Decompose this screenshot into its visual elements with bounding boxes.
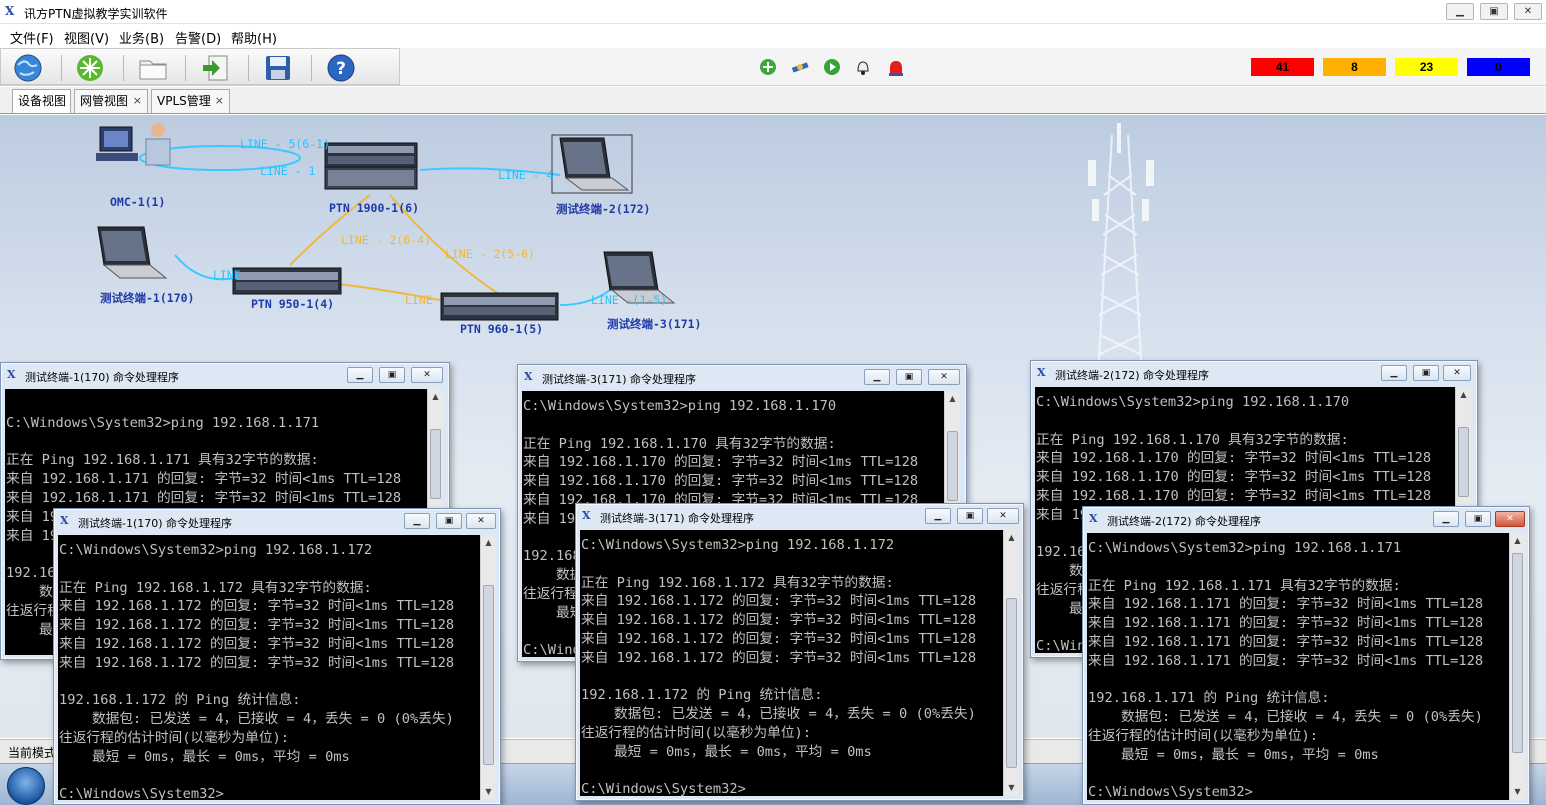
cmd-output: C:\Windows\System32>ping 192.168.1.172 正… — [581, 537, 977, 796]
cmd-maximize-button[interactable]: ▣ — [957, 508, 983, 524]
tab-bar: 设备视图 网管视图 × VPLS管理 × — [0, 87, 1546, 114]
menu-file[interactable]: 文件(F) — [10, 28, 54, 47]
cmd-maximize-button[interactable]: ▣ — [1465, 511, 1491, 527]
close-button[interactable]: ✕ — [1514, 3, 1542, 20]
save-icon[interactable] — [263, 53, 293, 83]
tab-nms-view[interactable]: 网管视图 × — [74, 89, 148, 113]
cmd-scrollbar[interactable]: ▲▼ — [1509, 533, 1525, 800]
menu-view[interactable]: 视图(V) — [64, 28, 109, 47]
tab-device-view[interactable]: 设备视图 — [12, 89, 71, 113]
alarm-critical-count[interactable]: 41 — [1251, 58, 1314, 76]
cmd-close-button[interactable]: ✕ — [928, 369, 960, 385]
cmd-window-title: 测试终端-1(170) 命令处理程序 — [78, 517, 233, 530]
play-icon[interactable] — [822, 57, 842, 77]
cmd-logo-icon: X — [524, 370, 533, 383]
link-label[interactable]: LINE — [405, 293, 433, 307]
folder-icon[interactable] — [138, 53, 168, 83]
cmd-window-term1-front[interactable]: X 测试终端-1(170) 命令处理程序 ▁ ▣ ✕ C:\Windows\Syste… — [53, 508, 501, 805]
cmd-logo-icon: X — [1089, 512, 1098, 525]
cmd-window-title: 测试终端-2(172) 命令处理程序 — [1055, 369, 1210, 382]
cmd-logo-icon: X — [1037, 366, 1046, 379]
node-ptn960-label[interactable]: PTN 960-1(5) — [460, 322, 543, 336]
cmd-maximize-button[interactable]: ▣ — [379, 367, 405, 383]
toolbar-left-group: ? — [0, 48, 400, 85]
satellite-icon[interactable] — [790, 57, 810, 77]
link-label[interactable]: LINE - 2(6-4) — [341, 233, 431, 247]
node-term2-label[interactable]: 测试终端-2(172) — [556, 201, 650, 217]
link-label[interactable]: LINE -(1-5) — [591, 293, 667, 307]
tab-vpls-label: VPLS管理 — [157, 94, 211, 108]
cmd-output: C:\Windows\System32>ping 192.168.1.171 正… — [1088, 540, 1484, 800]
cmd-minimize-button[interactable]: ▁ — [404, 513, 430, 529]
cmd-minimize-button[interactable]: ▁ — [347, 367, 373, 383]
minimize-button[interactable]: ▁ — [1446, 3, 1474, 20]
cmd-scrollbar[interactable]: ▲▼ — [1003, 530, 1019, 796]
start-button-icon[interactable] — [7, 767, 45, 805]
cmd-maximize-button[interactable]: ▣ — [896, 369, 922, 385]
network-icon[interactable] — [75, 53, 105, 83]
cmd-close-button[interactable]: ✕ — [466, 513, 496, 529]
cmd-close-button[interactable]: ✕ — [1443, 365, 1471, 381]
maximize-button[interactable]: ▣ — [1480, 3, 1508, 20]
cmd-logo-icon: X — [7, 368, 16, 381]
menu-help[interactable]: 帮助(H) — [231, 28, 277, 47]
node-term1-label[interactable]: 测试终端-1(170) — [100, 290, 194, 306]
link-label[interactable]: LINE - 5(6-1) — [240, 137, 330, 151]
globe-icon[interactable] — [13, 53, 43, 83]
cmd-window-title: 测试终端-1(170) 命令处理程序 — [25, 371, 180, 384]
node-omc-label[interactable]: OMC-1(1) — [110, 195, 165, 209]
link-label[interactable]: LINE — [213, 268, 241, 282]
tab-close-icon[interactable]: × — [133, 90, 142, 112]
app-logo-icon: X — [5, 4, 15, 18]
menu-bar: 文件(F) 视图(V) 业务(B) 告警(D) 帮助(H) — [0, 25, 1546, 47]
bell-icon[interactable] — [853, 57, 873, 77]
cmd-minimize-button[interactable]: ▁ — [864, 369, 890, 385]
link-label[interactable]: LINE - 2(5-6) — [445, 247, 535, 261]
tab-nms-view-label: 网管视图 — [80, 94, 129, 108]
cmd-maximize-button[interactable]: ▣ — [1413, 365, 1439, 381]
tab-close-icon[interactable]: × — [215, 90, 224, 112]
cmd-logo-icon: X — [582, 509, 591, 522]
node-ptn950-label[interactable]: PTN 950-1(4) — [251, 297, 334, 311]
alarm-minor-count[interactable]: 23 — [1395, 58, 1458, 76]
cmd-window-term2-front[interactable]: X 测试终端-2(172) 命令处理程序 ▁ ▣ ✕ C:\Windows\Syste… — [1082, 506, 1530, 805]
link-label[interactable]: LINE - 1 — [260, 164, 315, 178]
svg-text:?: ? — [336, 59, 346, 79]
cmd-window-term3-front[interactable]: X 测试终端-3(171) 命令处理程序 ▁ ▣ ✕ C:\Windows\Syste… — [575, 503, 1024, 801]
app-title: 讯方PTN虚拟教学实训软件 — [24, 7, 168, 21]
cmd-maximize-button[interactable]: ▣ — [436, 513, 462, 529]
help-icon[interactable]: ? — [326, 53, 356, 83]
cmd-minimize-button[interactable]: ▁ — [1433, 511, 1459, 527]
status-mode: 当前模式 — [8, 746, 57, 760]
app-window: X 讯方PTN虚拟教学实训软件 ▁ ▣ ✕ 文件(F) 视图(V) 业务(B) … — [0, 0, 1546, 805]
siren-icon[interactable] — [886, 57, 906, 77]
cmd-logo-icon: X — [60, 514, 69, 527]
cmd-minimize-button[interactable]: ▁ — [1381, 365, 1407, 381]
cmd-minimize-button[interactable]: ▁ — [925, 508, 951, 524]
cmd-window-title: 测试终端-3(171) 命令处理程序 — [542, 373, 697, 386]
menu-business[interactable]: 业务(B) — [119, 28, 164, 47]
node-term3-label[interactable]: 测试终端-3(171) — [607, 316, 701, 332]
cmd-window-title: 测试终端-2(172) 命令处理程序 — [1107, 515, 1262, 528]
toolbar: ? 41 8 23 0 — [0, 48, 1546, 86]
node-ptn1900-label[interactable]: PTN 1900-1(6) — [329, 201, 419, 215]
tab-device-view-label: 设备视图 — [18, 94, 67, 108]
title-bar: X 讯方PTN虚拟教学实训软件 ▁ ▣ ✕ — [0, 0, 1546, 24]
cmd-output: C:\Windows\System32>ping 192.168.1.172 正… — [59, 542, 455, 800]
alarm-warning-count[interactable]: 0 — [1467, 58, 1530, 76]
cmd-close-button[interactable]: ✕ — [1495, 511, 1525, 527]
menu-alarm[interactable]: 告警(D) — [175, 28, 221, 47]
add-icon[interactable] — [758, 57, 778, 77]
cmd-close-button[interactable]: ✕ — [987, 508, 1019, 524]
cmd-scrollbar[interactable]: ▲▼ — [480, 535, 496, 800]
export-icon[interactable] — [200, 53, 230, 83]
cmd-close-button[interactable]: ✕ — [411, 367, 443, 383]
tab-vpls[interactable]: VPLS管理 × — [151, 89, 230, 113]
link-label[interactable]: LINE - 4 — [498, 168, 553, 182]
alarm-major-count[interactable]: 8 — [1323, 58, 1386, 76]
cmd-window-title: 测试终端-3(171) 命令处理程序 — [600, 512, 755, 525]
